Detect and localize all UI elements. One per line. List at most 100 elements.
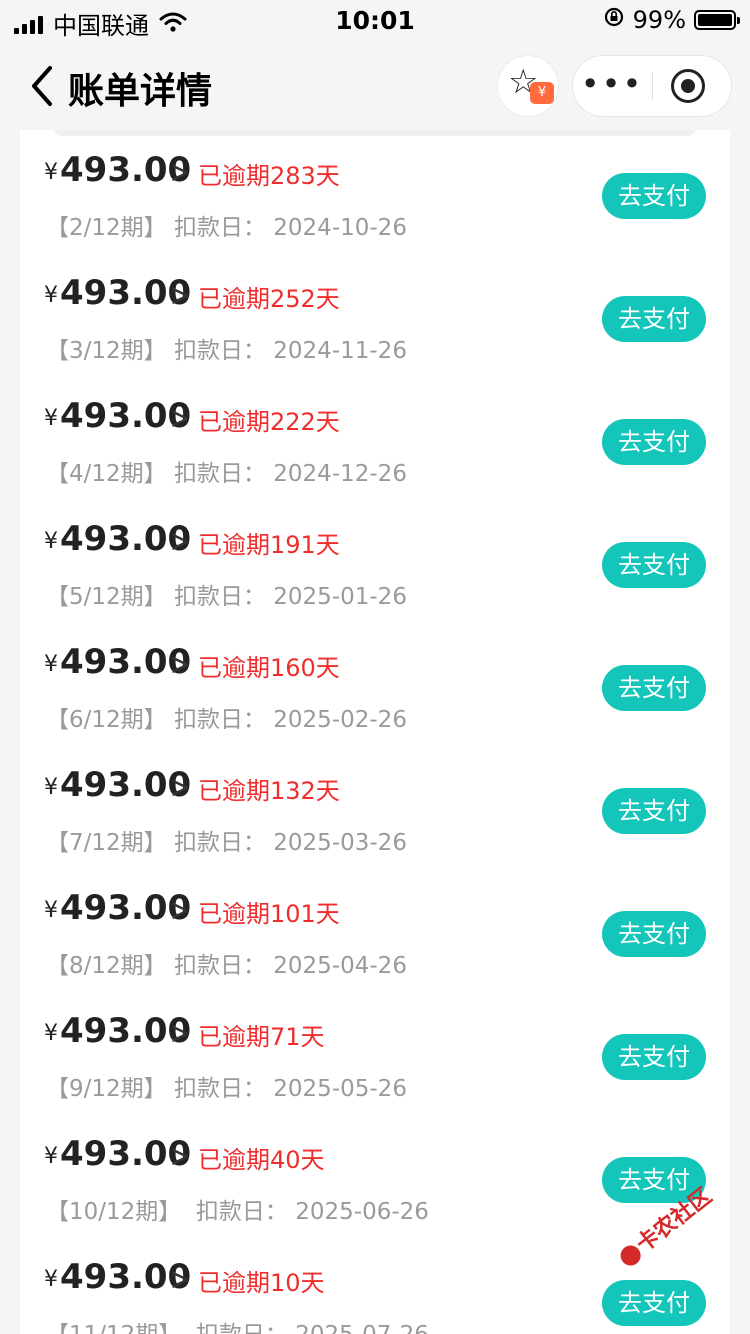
deduction-label: 扣款日： — [173, 461, 266, 487]
currency-symbol: ¥ — [44, 1144, 58, 1169]
yuan-badge: ¥ — [530, 82, 554, 104]
battery-fill — [698, 14, 732, 26]
favorite-button[interactable]: ☆ ¥ — [498, 56, 558, 116]
overdue-status: 已逾期10天 — [198, 1269, 325, 1297]
currency-symbol: ¥ — [44, 898, 58, 923]
capsule-divider — [652, 72, 653, 100]
deduction-label: 扣款日： — [173, 830, 266, 856]
chevron-left-icon[interactable] — [28, 64, 68, 108]
currency-symbol: ¥ — [44, 529, 58, 554]
deduction-label: 扣款日： — [173, 953, 266, 979]
deduction-date: 2025-07-26 — [295, 1322, 429, 1334]
pay-button[interactable]: 去支付 — [602, 665, 706, 711]
currency-symbol: ¥ — [44, 283, 58, 308]
installment-period: 【9/12期】 — [46, 1076, 167, 1102]
deduction-label: 扣款日： — [173, 1076, 266, 1102]
pay-button[interactable]: 去支付 — [602, 1034, 706, 1080]
bill-meta: 【2/12期】 扣款日： 2024-10-26 — [46, 208, 407, 242]
deduction-date: 2025-04-26 — [273, 953, 407, 979]
bill-meta: 【6/12期】 扣款日： 2025-02-26 — [46, 700, 407, 734]
deduction-label: 扣款日： — [173, 338, 266, 364]
installment-period: 【8/12期】 — [46, 953, 167, 979]
overdue-status: 已逾期40天 — [198, 1146, 325, 1174]
installment-period: 【5/12期】 — [46, 584, 167, 610]
battery-icon — [694, 10, 740, 30]
chevron-right-icon[interactable]: > — [170, 892, 190, 928]
bill-row: ¥493.00 > 已逾期132天 【7/12期】 扣款日： 2025-03-26 去支… — [20, 745, 730, 868]
overdue-status: 已逾期160天 — [198, 654, 340, 682]
overdue-status: 已逾期252天 — [198, 285, 340, 313]
nav-bar: 账单详情 ☆ ¥ ••• — [0, 44, 750, 128]
status-right: 99% — [603, 6, 740, 34]
deduction-date: 2024-11-26 — [273, 338, 407, 364]
currency-symbol: ¥ — [44, 1021, 58, 1046]
chevron-right-icon[interactable]: > — [170, 1015, 190, 1051]
deduction-label: 扣款日： — [173, 707, 266, 733]
installment-period: 【11/12期】 — [46, 1322, 181, 1334]
installment-period: 【10/12期】 — [46, 1199, 182, 1225]
deduction-date: 2025-05-26 — [273, 1076, 407, 1102]
deduction-date: 2025-01-26 — [273, 584, 407, 610]
overdue-status: 已逾期101天 — [198, 900, 340, 928]
pay-button[interactable]: 去支付 — [602, 419, 706, 465]
bill-row: ¥493.00 > 已逾期101天 【8/12期】 扣款日： 2025-04-26 去支… — [20, 868, 730, 991]
deduction-date: 2024-12-26 — [273, 461, 407, 487]
more-button[interactable]: ••• — [573, 56, 651, 116]
pay-button[interactable]: 去支付 — [602, 296, 706, 342]
bill-row: ¥493.00 > 已逾期283天 【2/12期】 扣款日： 2024-10-26 去支… — [20, 130, 730, 253]
pay-button[interactable]: 去支付 — [602, 173, 706, 219]
bill-row: ¥493.00 > 已逾期252天 【3/12期】 扣款日： 2024-11-26 去支… — [20, 253, 730, 376]
close-target-icon[interactable] — [671, 69, 705, 103]
deduction-date: 2025-03-26 — [273, 830, 407, 856]
bill-row: ¥493.00 > 已逾期160天 【6/12期】 扣款日： 2025-02-26 去支… — [20, 622, 730, 745]
pay-button[interactable]: 去支付 — [602, 788, 706, 834]
deduction-label: 扣款日： — [173, 215, 266, 241]
bill-row: ¥493.00 > 已逾期191天 【5/12期】 扣款日： 2025-01-26 去支… — [20, 499, 730, 622]
currency-symbol: ¥ — [44, 652, 58, 677]
chevron-right-icon[interactable]: > — [170, 769, 190, 805]
chevron-right-icon[interactable]: > — [170, 154, 190, 190]
bill-meta: 【8/12期】 扣款日： 2025-04-26 — [46, 946, 407, 980]
bill-meta: 【10/12期】 扣款日： 2025-06-26 — [46, 1192, 429, 1226]
mini-program-capsule: ••• — [573, 56, 731, 116]
chevron-right-icon[interactable]: > — [170, 1138, 190, 1174]
bill-meta: 【9/12期】 扣款日： 2025-05-26 — [46, 1069, 407, 1103]
bill-row: ¥493.00 > 已逾期71天 【9/12期】 扣款日： 2025-05-26 去支付 — [20, 991, 730, 1114]
bill-list: ¥493.00 > 已逾期283天 【2/12期】 扣款日： 2024-10-26 去支… — [20, 130, 730, 1334]
deduction-date: 2024-10-26 — [273, 215, 407, 241]
pay-button[interactable]: 去支付 — [602, 911, 706, 957]
installment-period: 【2/12期】 — [46, 215, 167, 241]
bill-meta: 【4/12期】 扣款日： 2024-12-26 — [46, 454, 407, 488]
pay-button[interactable]: 去支付 — [602, 542, 706, 588]
chevron-right-icon[interactable]: > — [170, 523, 190, 559]
overdue-status: 已逾期283天 — [198, 162, 340, 190]
deduction-label: 扣款日： — [173, 584, 266, 610]
status-bar: 中国联通 10:01 99% — [0, 0, 750, 40]
orientation-lock-icon — [603, 6, 625, 34]
installment-period: 【7/12期】 — [46, 830, 167, 856]
chevron-right-icon[interactable]: > — [170, 1261, 190, 1297]
deduction-date: 2025-02-26 — [273, 707, 407, 733]
currency-symbol: ¥ — [44, 775, 58, 800]
chevron-right-icon[interactable]: > — [170, 400, 190, 436]
deduction-label: 扣款日： — [196, 1322, 288, 1334]
overdue-status: 已逾期222天 — [198, 408, 340, 436]
deduction-label: 扣款日： — [195, 1199, 288, 1225]
bill-meta: 【11/12期】 扣款日： 2025-07-26 — [46, 1315, 429, 1334]
bill-meta: 【7/12期】 扣款日： 2025-03-26 — [46, 823, 407, 857]
bill-meta: 【5/12期】 扣款日： 2025-01-26 — [46, 577, 407, 611]
currency-symbol: ¥ — [44, 406, 58, 431]
currency-symbol: ¥ — [44, 160, 58, 185]
bill-meta: 【3/12期】 扣款日： 2024-11-26 — [46, 331, 407, 365]
overdue-status: 已逾期191天 — [198, 531, 340, 559]
overdue-status: 已逾期71天 — [198, 1023, 325, 1051]
currency-symbol: ¥ — [44, 1267, 58, 1292]
chevron-right-icon[interactable]: > — [170, 646, 190, 682]
installment-period: 【4/12期】 — [46, 461, 167, 487]
bill-row: ¥493.00 > 已逾期222天 【4/12期】 扣款日： 2024-12-26 去支… — [20, 376, 730, 499]
deduction-date: 2025-06-26 — [295, 1199, 429, 1225]
page-title: 账单详情 — [68, 71, 213, 112]
battery-percent: 99% — [632, 6, 686, 34]
overdue-status: 已逾期132天 — [198, 777, 340, 805]
chevron-right-icon[interactable]: > — [170, 277, 190, 313]
